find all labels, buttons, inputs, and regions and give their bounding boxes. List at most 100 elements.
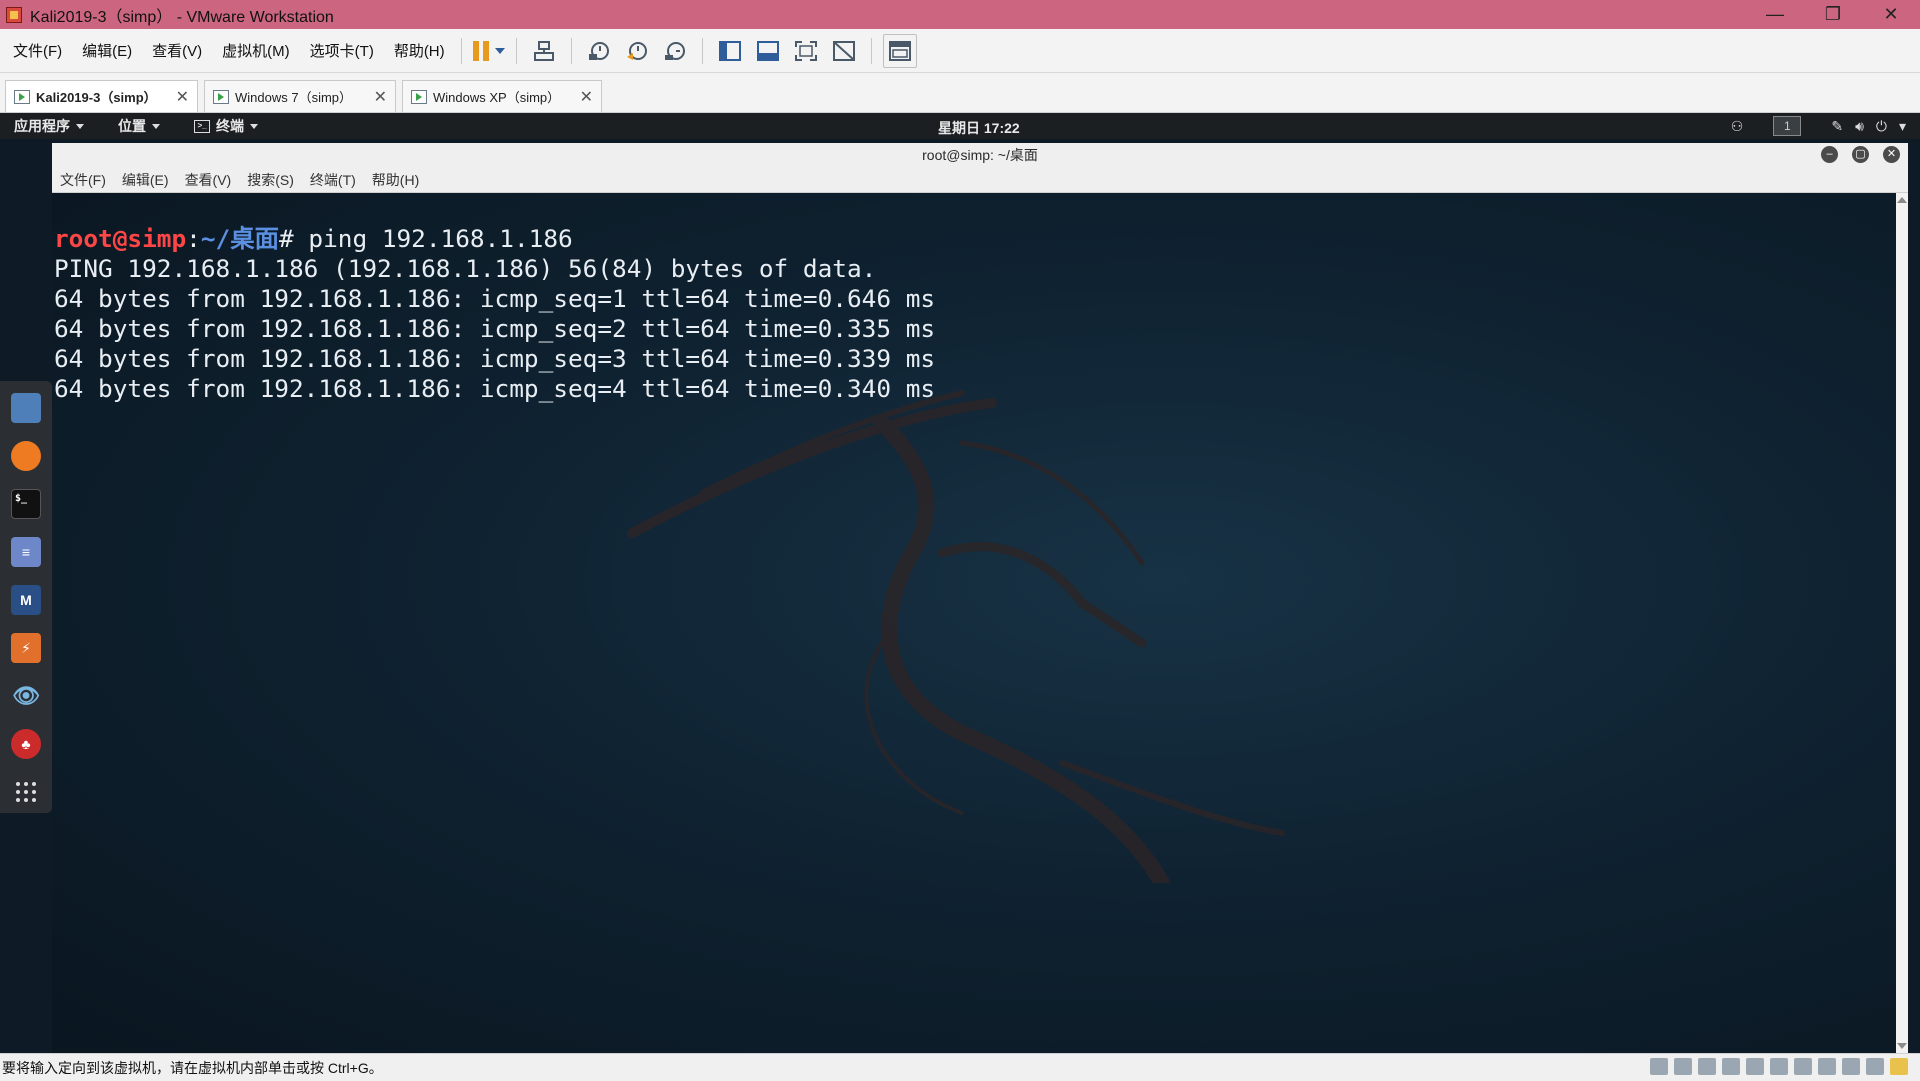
send-ctrl-alt-del-button[interactable] bbox=[528, 35, 560, 67]
places-menu[interactable]: 位置 bbox=[118, 116, 160, 136]
menu-file[interactable]: 文件(F) bbox=[5, 40, 70, 61]
cherrytree-icon[interactable]: ♣ bbox=[11, 729, 41, 759]
chevron-down-icon bbox=[494, 47, 505, 54]
toolbar-separator bbox=[870, 37, 872, 64]
menu-view[interactable]: 查看(V) bbox=[144, 40, 210, 61]
window-titlebar: Kali2019-3（simp） - VMware Workstation — … bbox=[0, 0, 1920, 29]
close-tab-icon[interactable]: ✕ bbox=[580, 87, 593, 107]
snapshot-icon bbox=[588, 41, 609, 60]
vm-running-icon bbox=[14, 89, 30, 104]
library-view-button[interactable] bbox=[714, 35, 746, 67]
applications-menu[interactable]: 应用程序 bbox=[14, 116, 84, 136]
close-button[interactable]: ✕ bbox=[1862, 0, 1920, 29]
usb-device-icon[interactable] bbox=[1818, 1058, 1836, 1075]
caret-down-icon bbox=[76, 123, 84, 129]
menu-help[interactable]: 帮助(H) bbox=[386, 40, 453, 61]
gnome-top-bar: 应用程序 位置 >_ 终端 星期日 17:22 ⚇ 1 ✎ 🔊︎ ⏻ ▾ bbox=[0, 113, 1920, 139]
terminal-menu-search[interactable]: 搜索(S) bbox=[247, 170, 294, 190]
status-bar: 要将输入定向到该虚拟机，请在虚拟机内部单击或按 Ctrl+G。 bbox=[0, 1053, 1920, 1081]
text-editor-icon[interactable]: ≡ bbox=[11, 537, 41, 567]
tab-windows-7[interactable]: Windows 7（simp） ✕ bbox=[204, 80, 396, 112]
eye-icon[interactable]: 👁 bbox=[11, 681, 41, 711]
terminal-window[interactable]: root@simp: ~/桌面 – ▢ ✕ 文件(F) 编辑(E) 查看(V) … bbox=[52, 143, 1908, 1053]
terminal-minimize-button[interactable]: – bbox=[1821, 146, 1838, 163]
vmware-app-icon bbox=[6, 6, 22, 23]
terminal-title: root@simp: ~/桌面 bbox=[922, 147, 1038, 163]
caret-down-icon[interactable]: ▾ bbox=[1899, 118, 1906, 135]
pause-vm-button[interactable] bbox=[472, 35, 505, 67]
terminal-menubar: 文件(F) 编辑(E) 查看(V) 搜索(S) 终端(T) 帮助(H) bbox=[52, 167, 1908, 193]
toolbar-separator bbox=[460, 37, 462, 64]
terminal-menu-file[interactable]: 文件(F) bbox=[60, 170, 106, 190]
window-title: Kali2019-3（simp） - VMware Workstation bbox=[30, 8, 334, 26]
display-icon[interactable] bbox=[1794, 1058, 1812, 1075]
scroll-up-icon[interactable] bbox=[1897, 197, 1907, 203]
workspace-indicator[interactable]: 1 bbox=[1773, 116, 1802, 136]
tab-label: Kali2019-3（simp） bbox=[36, 90, 157, 105]
terminal-output-line: PING 192.168.1.186 (192.168.1.186) 56(84… bbox=[54, 254, 877, 283]
files-icon[interactable] bbox=[11, 393, 41, 423]
terminal-menu-terminal[interactable]: 终端(T) bbox=[310, 170, 356, 190]
guest-display[interactable]: 应用程序 位置 >_ 终端 星期日 17:22 ⚇ 1 ✎ 🔊︎ ⏻ ▾ $_ … bbox=[0, 113, 1920, 1053]
message-log-icon[interactable] bbox=[1890, 1058, 1908, 1075]
usb-icon[interactable] bbox=[1722, 1058, 1740, 1075]
pen-icon[interactable]: ✎ bbox=[1831, 118, 1843, 135]
terminal-titlebar[interactable]: root@simp: ~/桌面 – ▢ ✕ bbox=[52, 143, 1908, 167]
fullscreen-button[interactable] bbox=[790, 35, 822, 67]
terminal-output-line: 64 bytes from 192.168.1.186: icmp_seq=2 … bbox=[54, 314, 936, 343]
sound-card-icon[interactable] bbox=[1746, 1058, 1764, 1075]
snapshot-button[interactable] bbox=[583, 35, 615, 67]
tab-windows-xp[interactable]: Windows XP（simp） ✕ bbox=[402, 80, 602, 112]
people-icon[interactable]: ⚇ bbox=[1731, 118, 1744, 135]
status-text: 要将输入定向到该虚拟机，请在虚拟机内部单击或按 Ctrl+G。 bbox=[2, 1059, 383, 1076]
clock[interactable]: 星期日 17:22 bbox=[938, 118, 1020, 138]
hard-disk-icon[interactable] bbox=[1650, 1058, 1668, 1075]
sidebar-icon bbox=[718, 40, 741, 61]
menu-tabs[interactable]: 选项卡(T) bbox=[302, 40, 382, 61]
tab-kali[interactable]: Kali2019-3（simp） ✕ bbox=[5, 80, 198, 112]
usb-device-icon[interactable] bbox=[1842, 1058, 1860, 1075]
firefox-icon[interactable] bbox=[11, 441, 41, 471]
terminal-output: root@simp:~/桌面# ping 192.168.1.186 PING 1… bbox=[54, 194, 935, 464]
system-tray: ⚇ 1 ✎ 🔊︎ ⏻ ▾ bbox=[1731, 113, 1906, 139]
terminal-scrollbar[interactable] bbox=[1896, 193, 1908, 1053]
scroll-down-icon[interactable] bbox=[1897, 1043, 1907, 1049]
thumbnail-bar-button[interactable] bbox=[752, 35, 784, 67]
terminal-close-button[interactable]: ✕ bbox=[1883, 146, 1900, 163]
terminal-app-menu[interactable]: >_ 终端 bbox=[194, 116, 258, 136]
vm-tab-bar: Kali2019-3（simp） ✕ Windows 7（simp） ✕ Win… bbox=[0, 73, 1920, 113]
terminal-icon[interactable]: $_ bbox=[11, 489, 41, 519]
console-view-button[interactable] bbox=[882, 33, 917, 68]
terminal-body[interactable]: root@simp:~/桌面# ping 192.168.1.186 PING 1… bbox=[52, 193, 1904, 1053]
terminal-icon: >_ bbox=[194, 119, 210, 133]
minimize-button[interactable]: — bbox=[1746, 0, 1804, 29]
metasploit-icon[interactable]: M bbox=[11, 585, 41, 615]
show-apps-icon[interactable] bbox=[11, 777, 41, 807]
toolbar-separator bbox=[570, 37, 572, 64]
device-tray bbox=[1650, 1058, 1908, 1075]
prompt-path: ~/桌面 bbox=[200, 224, 280, 253]
usb-device-icon[interactable] bbox=[1866, 1058, 1884, 1075]
revert-snapshot-button[interactable] bbox=[621, 35, 653, 67]
volume-icon[interactable]: 🔊︎ bbox=[1855, 118, 1864, 135]
close-tab-icon[interactable]: ✕ bbox=[374, 87, 387, 107]
terminal-menu-view[interactable]: 查看(V) bbox=[185, 170, 232, 190]
terminal-maximize-button[interactable]: ▢ bbox=[1852, 146, 1869, 163]
close-tab-icon[interactable]: ✕ bbox=[176, 87, 189, 107]
snapshot-manager-button[interactable] bbox=[659, 35, 691, 67]
cd-dvd-icon[interactable] bbox=[1674, 1058, 1692, 1075]
unity-mode-button[interactable] bbox=[828, 35, 860, 67]
network-adapter-icon[interactable] bbox=[1698, 1058, 1716, 1075]
printer-icon[interactable] bbox=[1770, 1058, 1788, 1075]
restore-button[interactable]: ❐ bbox=[1804, 0, 1862, 29]
console-view-icon bbox=[888, 40, 911, 61]
terminal-menu-edit[interactable]: 编辑(E) bbox=[122, 170, 169, 190]
terminal-prompt-line: root@simp:~/桌面# ping 192.168.1.186 bbox=[54, 224, 935, 254]
power-icon[interactable]: ⏻ bbox=[1876, 118, 1887, 135]
vm-running-icon bbox=[411, 89, 427, 104]
terminal-menu-help[interactable]: 帮助(H) bbox=[372, 170, 419, 190]
menu-edit[interactable]: 编辑(E) bbox=[74, 40, 140, 61]
burpsuite-icon[interactable]: ⚡ bbox=[11, 633, 41, 663]
menu-vm[interactable]: 虚拟机(M) bbox=[214, 40, 298, 61]
pause-icon bbox=[472, 40, 489, 61]
